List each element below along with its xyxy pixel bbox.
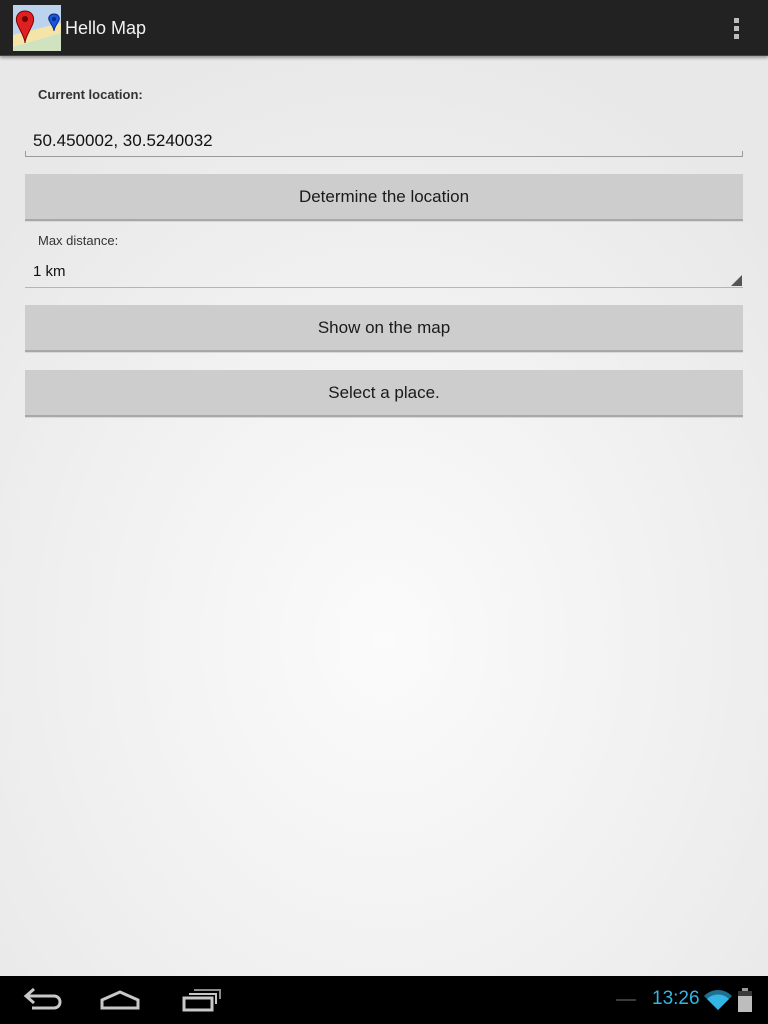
wifi-icon [704, 990, 732, 1010]
determine-location-button[interactable]: Determine the location [25, 174, 743, 221]
clock[interactable]: 13:26 [652, 988, 700, 1010]
max-distance-spinner[interactable]: 1 km [25, 258, 743, 288]
system-navigation-bar: 13:26 [0, 976, 768, 1024]
max-distance-label: Max distance: [38, 233, 119, 248]
overflow-menu-icon[interactable] [726, 12, 746, 44]
select-place-button[interactable]: Select a place. [25, 370, 743, 417]
notification-area [616, 999, 636, 1001]
max-distance-value: 1 km [33, 263, 66, 280]
home-icon[interactable] [98, 984, 142, 1016]
current-location-value: 50.450002, 30.5240032 [33, 131, 213, 150]
action-bar: Hello Map [0, 0, 768, 56]
spinner-dropdown-icon [731, 275, 742, 286]
back-icon[interactable] [20, 984, 62, 1016]
battery-icon [738, 988, 752, 1012]
current-location-label: Current location: [38, 87, 143, 102]
current-location-field[interactable]: 50.450002, 30.5240032 [25, 125, 743, 157]
recent-apps-icon[interactable] [180, 984, 222, 1016]
show-on-map-button[interactable]: Show on the map [25, 305, 743, 352]
map-pin-app-icon[interactable] [13, 5, 61, 51]
app-title: Hello Map [65, 18, 147, 38]
